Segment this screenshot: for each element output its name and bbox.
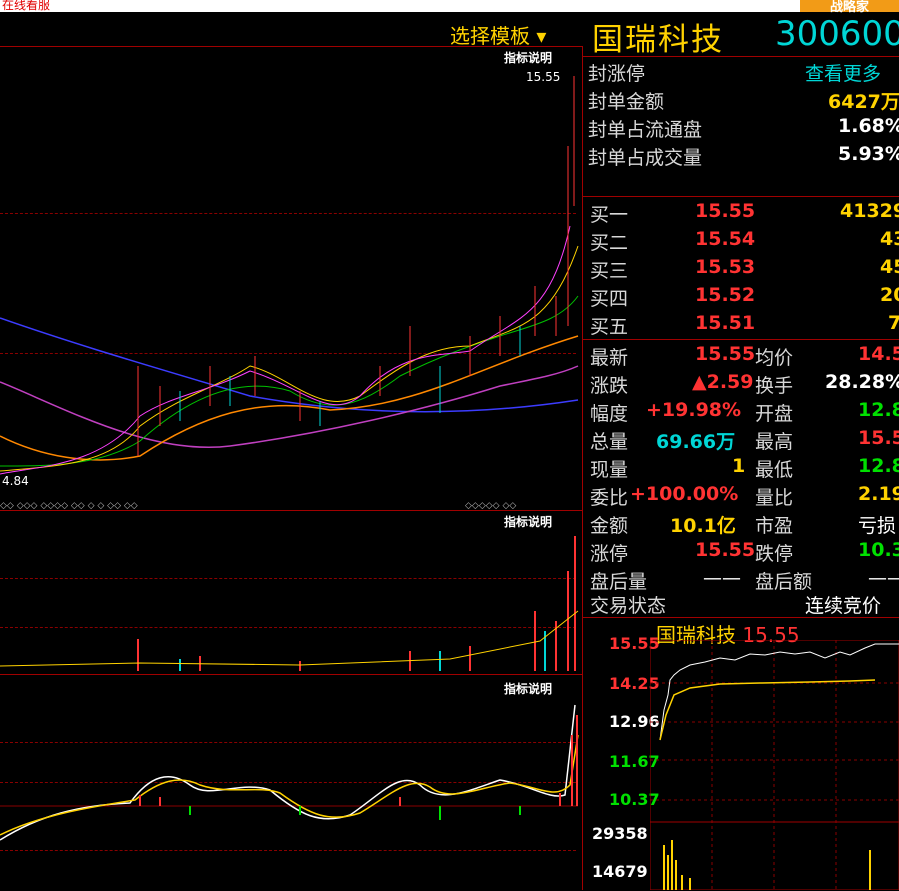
panel-divider [582,46,583,890]
volume-chart [0,536,579,671]
right-panel-separator [583,617,899,618]
strategist-button[interactable]: 战略家 [800,0,899,15]
minute-chart[interactable] [650,640,899,890]
top-strip: 在线看服 战略家 [0,0,899,15]
avg-label: 均价 [755,347,794,369]
strategist-button-label: 战略家 [830,0,870,15]
high-label: 最高 [755,431,794,453]
seal-title: 封涨停 [588,63,646,85]
latest-label: 最新 [590,347,629,369]
volume-ratio-label: 量比 [755,487,794,509]
after-hours-volume-label: 盘后量 [590,571,648,593]
macd-chart [0,704,579,841]
bid4-price: 15.52 [695,284,756,306]
amount-label: 金额 [590,515,629,537]
right-panel-separator [583,339,899,340]
after-hours-amount-label: 盘后额 [755,571,813,593]
bid4-volume: 20 [880,284,899,306]
commission-ratio-label: 委比 [590,487,629,509]
open-value: 12.8 [858,399,899,421]
kline-chart: ◇◇ ◇◇◇ ◇◇◇◇ ◇◇ ◇ ◇ ◇◇ ◇◇ ◇◇◇◇◇ ◇◇ [0,76,579,510]
change-label: 涨跌 [590,375,629,397]
bid2-price: 15.54 [695,228,756,250]
limit-down-label: 跌停 [755,543,794,565]
current-volume-label: 现量 [590,459,629,481]
limit-up-value: 15.55 [695,539,756,561]
seal-more-link[interactable]: 查看更多 [805,59,881,86]
volume-value: 69.66万 [656,431,736,453]
change-value: ▲2.59 [692,371,754,393]
svg-text:◇◇ ◇◇◇ ◇◇◇◇ ◇◇ ◇ ◇ ◇◇ ◇◇: ◇◇ ◇◇◇ ◇◇◇◇ ◇◇ ◇ ◇ ◇◇ ◇◇ [0,501,138,510]
seal-amount-label: 封单金额 [588,91,665,113]
seal-amount-value: 6427万 [828,91,899,113]
pe-value: 亏损 [858,515,897,537]
bid5-volume: 7 [888,312,899,334]
bid4-label: 买四 [590,288,629,310]
volume-ratio-value: 2.19 [858,483,899,505]
amount-value: 10.1亿 [670,515,736,537]
commission-ratio-value: +100.00% [630,483,739,505]
turnover-label: 换手 [755,375,794,397]
svg-text:◇◇◇◇◇ ◇◇: ◇◇◇◇◇ ◇◇ [465,501,516,510]
range-label: 幅度 [590,403,629,425]
template-select[interactable]: 选择模板 ▾ [450,20,546,49]
stock-code: 300600 [775,14,899,54]
seal-volume-value: 5.93% [838,143,899,165]
bid1-volume: 41329 [840,200,899,222]
bid2-volume: 43 [880,228,899,250]
bid3-volume: 45 [880,256,899,278]
limit-up-label: 涨停 [590,543,629,565]
seal-volume-label: 封单占成交量 [588,147,703,169]
limit-down-value: 10.3 [858,539,899,561]
seal-float-label: 封单占流通盘 [588,119,703,141]
after-hours-volume-value: —— [703,567,741,589]
low-value: 12.8 [858,455,899,477]
after-hours-amount-value: —— [868,567,899,589]
high-value: 15.5 [858,427,899,449]
bid5-label: 买五 [590,316,629,338]
latest-value: 15.55 [695,343,756,365]
range-value: +19.98% [646,399,742,421]
open-label: 开盘 [755,403,794,425]
minute-volume-axis-label: 14679 [592,862,648,881]
low-label: 最低 [755,459,794,481]
seal-float-value: 1.68% [838,115,899,137]
stock-name: 国瑞科技 [592,22,724,58]
bid3-label: 买三 [590,260,629,282]
minute-volume-axis-label: 29358 [592,824,648,843]
bid3-price: 15.53 [695,256,756,278]
right-panel-separator [583,196,899,197]
right-panel-separator [583,56,899,57]
trade-state-value: 连续竞价 [805,595,882,617]
bid1-label: 买一 [590,204,629,226]
bid5-price: 15.51 [695,312,756,334]
pe-label: 市盈 [755,515,794,537]
online-service-link[interactable]: 在线看服 [2,0,50,13]
bid2-label: 买二 [590,232,629,254]
volume-label: 总量 [590,431,629,453]
bid1-price: 15.55 [695,200,756,222]
current-volume-value: 1 [732,455,746,477]
turnover-value: 28.28% [825,371,899,393]
trade-state-label: 交易状态 [590,595,667,617]
avg-value: 14.5 [858,343,899,365]
